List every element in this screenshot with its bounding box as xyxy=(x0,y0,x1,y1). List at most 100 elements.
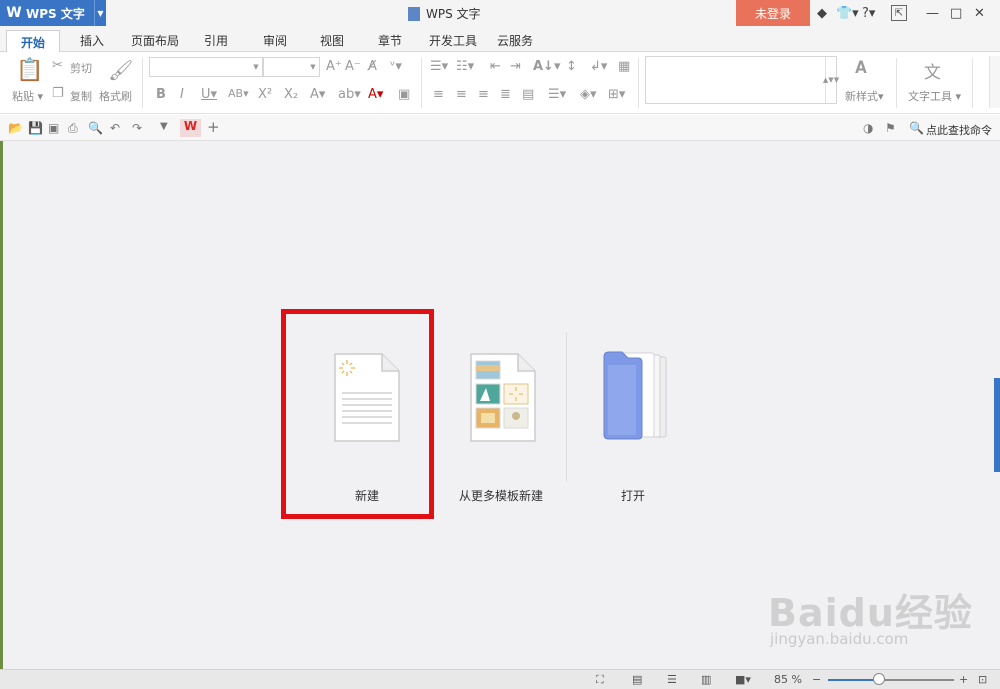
wps-doc-tab-icon[interactable]: W xyxy=(180,119,201,137)
font-color-icon[interactable]: A▾ xyxy=(368,87,383,102)
tab-view[interactable]: 视图 xyxy=(320,32,344,49)
superscript-icon[interactable]: X² xyxy=(258,87,272,102)
underline-icon[interactable]: U▾ xyxy=(201,87,217,102)
cut-button[interactable]: 剪切 xyxy=(70,60,92,76)
reading-view-icon[interactable]: ■▾ xyxy=(735,673,751,686)
search-icon[interactable]: 🔍 xyxy=(909,121,924,135)
export-pdf-icon[interactable]: ▣ xyxy=(48,121,59,135)
format-painter-button[interactable]: 格式刷 xyxy=(99,88,132,104)
open-button[interactable]: 打开 xyxy=(558,319,708,519)
tab-page-layout[interactable]: 页面布局 xyxy=(131,32,179,49)
new-style-icon[interactable]: 𝐀 xyxy=(855,58,867,78)
new-from-template-button[interactable]: 从更多模板新建 xyxy=(426,319,576,519)
tab-references[interactable]: 引用 xyxy=(204,32,228,49)
ribbon-scroll[interactable] xyxy=(989,56,1000,108)
page-view-icon[interactable]: ▤ xyxy=(632,673,642,686)
show-marks-icon[interactable]: ↲▾ xyxy=(590,59,607,74)
bullets-icon[interactable]: ☰▾ xyxy=(430,59,448,74)
increase-indent-icon[interactable]: ⇥ xyxy=(510,59,521,74)
chevron-down-icon[interactable]: ▼ xyxy=(250,58,262,76)
table-icon[interactable]: ▦ xyxy=(618,59,630,74)
separator xyxy=(896,58,897,108)
align-right-icon[interactable]: ≡ xyxy=(478,87,489,102)
scissors-icon[interactable]: ✂ xyxy=(52,58,63,73)
italic-icon[interactable]: I xyxy=(180,87,184,102)
save-icon[interactable]: 💾 xyxy=(28,121,43,135)
doc-icon[interactable]: ◑ xyxy=(863,121,873,135)
line-spacing-icon[interactable]: ☰▾ xyxy=(548,87,566,102)
fit-window-icon[interactable]: ⊡ xyxy=(978,673,987,686)
font-name-select[interactable]: ▼ xyxy=(149,57,263,77)
maximize-icon[interactable]: □ xyxy=(950,5,962,21)
grow-font-icon[interactable]: A⁺ xyxy=(326,59,342,74)
style-gallery[interactable]: ▲▼▼ xyxy=(645,56,839,104)
close-icon[interactable]: ✕ xyxy=(974,5,985,21)
add-tab-icon[interactable]: + xyxy=(207,118,220,136)
web-view-icon[interactable]: ▥ xyxy=(701,673,711,686)
print-preview-icon[interactable]: 🔍 xyxy=(88,121,103,135)
clear-format-icon[interactable]: A̸ xyxy=(368,59,377,74)
paste-button[interactable]: 粘贴 ▾ xyxy=(12,88,43,104)
text-tools-icon[interactable]: 文 xyxy=(924,58,941,83)
chevron-down-icon[interactable]: ▼ xyxy=(307,58,319,76)
text-effect-icon[interactable]: A▾ xyxy=(310,87,325,102)
font-size-select[interactable]: ▼ xyxy=(263,57,320,77)
zoom-out-icon[interactable]: − xyxy=(812,673,821,686)
fullscreen-view-icon[interactable]: ⛶ xyxy=(596,673,604,687)
align-left-icon[interactable]: ≡ xyxy=(433,87,444,102)
tab-cloud[interactable]: 云服务 xyxy=(497,32,533,49)
outline-view-icon[interactable]: ☰ xyxy=(667,673,677,686)
paste-icon[interactable]: 📋 xyxy=(16,58,43,83)
char-shading-icon[interactable]: ▣ xyxy=(398,87,410,102)
side-panel-tab[interactable] xyxy=(994,378,1000,472)
subscript-icon[interactable]: X₂ xyxy=(284,87,298,102)
open-file-icon[interactable]: 📂 xyxy=(8,121,23,135)
shirt-icon[interactable]: 👕▾ xyxy=(836,5,859,21)
copy-icon[interactable]: ❐ xyxy=(52,86,64,101)
bold-icon[interactable]: B xyxy=(156,87,166,102)
title-bar: W WPS 文字 ▼ WPS 文字 未登录 ◆ 👕▾ ?▾ ⇱ — □ ✕ xyxy=(0,0,1000,28)
new-style-button[interactable]: 新样式▾ xyxy=(845,88,884,104)
login-button[interactable]: 未登录 xyxy=(736,0,810,26)
help-icon[interactable]: ?▾ xyxy=(862,5,875,21)
zoom-slider-thumb[interactable] xyxy=(873,673,885,685)
new-from-template-label: 从更多模板新建 xyxy=(458,489,543,503)
copy-button[interactable]: 复制 xyxy=(70,88,92,104)
customize-dropdown-icon[interactable]: ▼ xyxy=(160,121,168,132)
justify-icon[interactable]: ≣ xyxy=(500,87,511,102)
text-direction-icon[interactable]: A↓▾ xyxy=(533,59,560,74)
brush-icon[interactable]: 🖌 xyxy=(108,58,133,82)
shrink-font-icon[interactable]: A⁻ xyxy=(345,59,361,74)
print-icon[interactable]: ⎙ xyxy=(68,121,78,136)
redo-icon[interactable]: ↷ xyxy=(132,121,142,135)
gallery-scroll[interactable]: ▲▼▼ xyxy=(823,57,839,103)
numbering-icon[interactable]: ☷▾ xyxy=(456,59,474,74)
decrease-indent-icon[interactable]: ⇤ xyxy=(490,59,501,74)
flag-icon[interactable]: ⚑ xyxy=(885,121,896,135)
minimize-icon[interactable]: — xyxy=(926,5,939,21)
watermark-text: Baidu经验 xyxy=(768,591,973,635)
align-center-icon[interactable]: ≡ xyxy=(456,87,467,102)
highlight-icon[interactable]: ab▾ xyxy=(338,87,361,102)
tab-section[interactable]: 章节 xyxy=(378,32,402,49)
skin-icon[interactable]: ◆ xyxy=(817,5,827,21)
strikethrough-icon[interactable]: AB▾ xyxy=(228,87,249,100)
zoom-in-icon[interactable]: + xyxy=(959,673,968,686)
zoom-level[interactable]: 85 % xyxy=(774,673,802,686)
tab-insert[interactable]: 插入 xyxy=(80,32,104,49)
tab-home[interactable]: 开始 xyxy=(6,30,60,53)
undo-icon[interactable]: ↶ xyxy=(110,121,120,135)
borders-icon[interactable]: ⊞▾ xyxy=(608,87,625,102)
app-menu-button[interactable]: W WPS 文字 ▼ xyxy=(0,0,106,26)
phonetic-icon[interactable]: ᵛ▾ xyxy=(390,59,402,74)
tab-review[interactable]: 审阅 xyxy=(263,32,287,49)
shading-icon[interactable]: ◈▾ xyxy=(580,87,597,102)
tab-developer[interactable]: 开发工具 xyxy=(429,32,477,49)
command-search[interactable]: 点此查找命令 xyxy=(926,122,992,138)
chevron-down-icon[interactable]: ▼ xyxy=(94,0,106,26)
text-tools-button[interactable]: 文字工具 ▾ xyxy=(908,88,961,104)
fullscreen-icon[interactable]: ⇱ xyxy=(891,5,907,21)
sort-icon[interactable]: ↕ xyxy=(566,59,577,74)
app-name: WPS 文字 xyxy=(26,6,85,21)
distribute-icon[interactable]: ▤ xyxy=(522,87,534,102)
